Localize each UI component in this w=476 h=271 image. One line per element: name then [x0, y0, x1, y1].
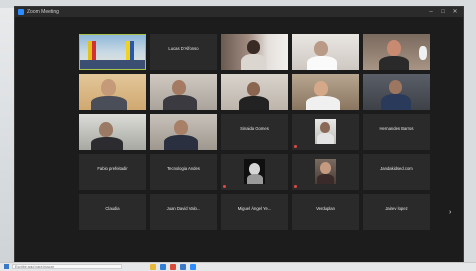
participant-tile[interactable]: Tecnologia Andes — [150, 154, 217, 190]
browser-icon[interactable] — [160, 264, 166, 270]
share-arrow-icon[interactable]: › — [449, 209, 455, 216]
participant-video — [150, 74, 217, 110]
taskbar-search-input[interactable]: Escribe aquí para buscar — [12, 264, 122, 269]
title-bar: Zoom Meeting – □ ✕ — [15, 7, 463, 17]
participant-name: Sinaida Gomes — [240, 126, 269, 131]
participant-tile[interactable]: Juan David Valo... — [150, 194, 217, 230]
participant-video — [363, 34, 430, 70]
participant-tile[interactable] — [79, 74, 146, 110]
window-title: Zoom Meeting — [27, 9, 59, 15]
participant-tile[interactable] — [150, 74, 217, 110]
profile-picture — [315, 119, 336, 144]
mail-icon[interactable] — [180, 264, 186, 270]
participant-tile[interactable]: Verduplan — [292, 194, 359, 230]
participant-tile[interactable] — [79, 114, 146, 150]
participant-tile[interactable] — [292, 74, 359, 110]
zoom-window: Zoom Meeting – □ ✕ Lucas D'Alfonso Sinai… — [14, 6, 464, 264]
participant-tile[interactable]: Lucas D'Alfonso — [150, 34, 217, 70]
participant-video — [80, 35, 145, 69]
participant-tile[interactable]: Claudia — [79, 194, 146, 230]
desktop-background — [0, 8, 14, 263]
participant-tile[interactable]: Hernandes Barros — [363, 114, 430, 150]
participant-video — [79, 74, 146, 110]
participant-tile[interactable] — [292, 114, 359, 150]
participant-name: Miguel Ángel Ye... — [237, 206, 272, 211]
muted-mic-icon — [223, 185, 226, 188]
participant-name: Juan David Valo... — [166, 206, 201, 211]
gallery-grid: Lucas D'Alfonso Sinaida Gomes Hernandes … — [79, 34, 431, 242]
taskbar-apps — [150, 264, 196, 270]
participant-tile[interactable] — [363, 34, 430, 70]
participant-name: Tecnologia Andes — [167, 166, 200, 171]
participant-tile[interactable]: Miguel Ángel Ye... — [221, 194, 288, 230]
participant-tile[interactable] — [79, 34, 146, 70]
profile-picture — [315, 159, 336, 184]
participant-name: Verduplan — [316, 206, 335, 211]
participant-video — [292, 34, 359, 70]
zoom-app-icon — [18, 9, 24, 15]
muted-mic-icon — [294, 185, 297, 188]
participant-name: Jairev lopez — [385, 206, 408, 211]
profile-picture — [244, 159, 265, 184]
participant-tile[interactable] — [221, 34, 288, 70]
participant-video — [79, 114, 146, 150]
participant-tile[interactable] — [363, 74, 430, 110]
participant-name: Claudia — [105, 206, 120, 211]
windows-start-icon[interactable] — [4, 264, 9, 269]
participant-video — [221, 74, 288, 110]
participant-name: Lucas D'Alfonso — [168, 46, 199, 51]
participant-name: Hernandes Barros — [379, 126, 414, 131]
participant-tile[interactable] — [221, 154, 288, 190]
participant-video — [363, 74, 430, 110]
participant-name: Jandakidsed.com — [380, 166, 413, 171]
maximize-icon[interactable]: □ — [437, 7, 449, 17]
participant-tile[interactable] — [292, 34, 359, 70]
zoom-taskbar-icon[interactable] — [190, 264, 196, 270]
participant-video — [150, 114, 217, 150]
chrome-icon[interactable] — [170, 264, 176, 270]
close-icon[interactable]: ✕ — [449, 7, 461, 17]
participant-video — [292, 74, 359, 110]
participant-video — [221, 34, 288, 70]
windows-taskbar: Escribe aquí para buscar — [0, 262, 476, 271]
participant-tile[interactable] — [150, 114, 217, 150]
participant-tile[interactable] — [292, 154, 359, 190]
participant-tile[interactable]: Jandakidsed.com — [363, 154, 430, 190]
minimize-icon[interactable]: – — [425, 7, 437, 17]
participant-name: Fabio prefeitadir — [97, 166, 128, 171]
participant-tile[interactable]: Sinaida Gomes — [221, 114, 288, 150]
window-controls: – □ ✕ — [425, 7, 461, 17]
muted-mic-icon — [294, 145, 297, 148]
participant-tile[interactable] — [221, 74, 288, 110]
file-explorer-icon[interactable] — [150, 264, 156, 270]
participant-tile[interactable]: Jairev lopez — [363, 194, 430, 230]
participant-tile[interactable]: Fabio prefeitadir — [79, 154, 146, 190]
